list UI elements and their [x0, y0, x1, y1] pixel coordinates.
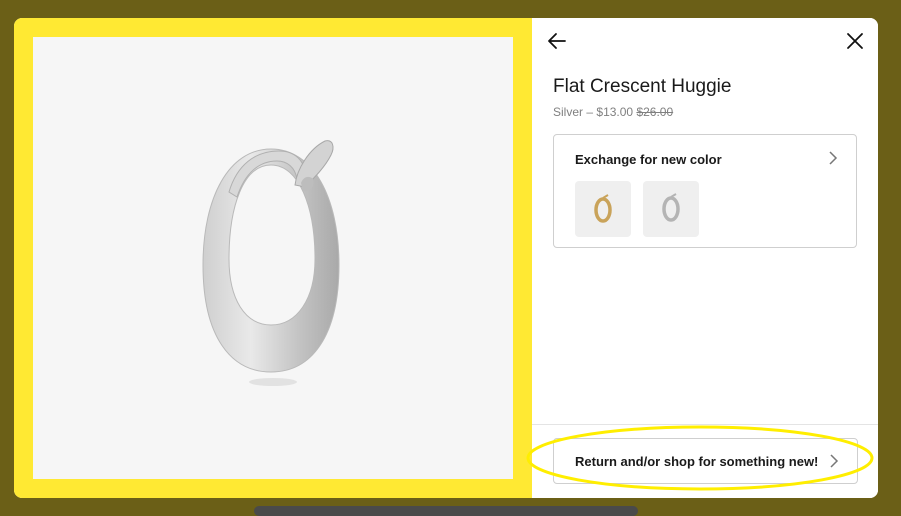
product-title: Flat Crescent Huggie [553, 76, 732, 97]
product-image-panel [14, 18, 532, 498]
color-swatch-gold[interactable] [575, 181, 631, 237]
gold-hoop-icon [594, 194, 612, 223]
product-image [33, 37, 513, 479]
color-swatch-silver[interactable] [643, 181, 699, 237]
back-arrow-icon[interactable] [546, 30, 568, 52]
footer-divider [532, 424, 878, 425]
exchange-modal: Flat Crescent Huggie Silver – $13.00 $26… [14, 18, 878, 498]
silver-hoop-icon [662, 193, 680, 222]
chevron-right-icon [830, 454, 839, 468]
close-icon[interactable] [844, 30, 866, 52]
exchange-label: Exchange for new color [575, 152, 722, 167]
silver-hoop-earring-image [202, 140, 340, 386]
return-shop-button[interactable]: Return and/or shop for something new! [553, 438, 858, 484]
product-price-line: Silver – $13.00 $26.00 [553, 105, 673, 119]
exchange-color-option[interactable]: Exchange for new color [553, 134, 857, 248]
return-label: Return and/or shop for something new! [575, 454, 819, 469]
price-separator: – [586, 105, 594, 119]
sale-price: $13.00 [596, 105, 634, 119]
bottom-scroll-bar [254, 506, 638, 516]
variant-name: Silver [553, 105, 584, 119]
details-panel: Flat Crescent Huggie Silver – $13.00 $26… [532, 18, 878, 498]
chevron-right-icon [829, 151, 838, 165]
original-price: $26.00 [636, 105, 674, 119]
